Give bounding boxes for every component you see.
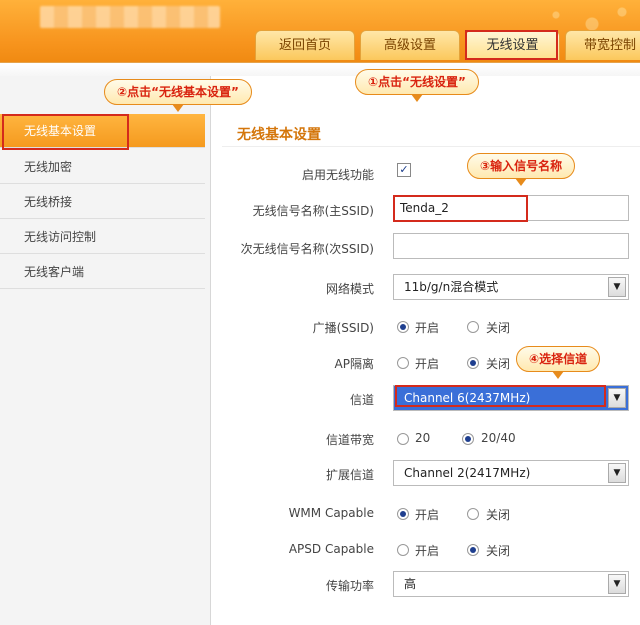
ap-isolation-off-label: 关闭 — [486, 357, 511, 371]
sidebar-item-bridge[interactable]: 无线桥接 — [0, 185, 205, 219]
bandwidth-2040-radio[interactable] — [462, 433, 474, 445]
ap-isolation-off-radio[interactable] — [467, 357, 479, 369]
sidebar-item-clients[interactable]: 无线客户端 — [0, 255, 205, 289]
highlight-ssid-input — [393, 195, 528, 222]
ssid-secondary-input[interactable] — [393, 233, 629, 259]
ap-isolation-on-label: 开启 — [415, 357, 440, 371]
bandwidth-label: 信道带宽 — [325, 433, 374, 447]
bandwidth-20-radio[interactable] — [397, 433, 409, 445]
title-divider — [222, 146, 640, 147]
wmm-off-radio[interactable] — [467, 508, 479, 520]
callout-step4: ④选择信道 — [516, 346, 601, 379]
tab-home[interactable]: 返回首页 — [255, 30, 355, 60]
wmm-off-label: 关闭 — [486, 508, 511, 522]
tx-power-value: 高 — [404, 577, 417, 591]
network-mode-label: 网络模式 — [325, 282, 374, 296]
highlight-sidebar-basic — [2, 114, 129, 150]
network-mode-select[interactable]: 11b/g/n混合模式 ▼ — [393, 274, 629, 300]
apsd-off-radio[interactable] — [467, 544, 479, 556]
tab-bandwidth[interactable]: 带宽控制 — [565, 30, 640, 60]
ext-channel-value: Channel 2(2417MHz) — [404, 466, 531, 480]
network-mode-value: 11b/g/n混合模式 — [404, 280, 499, 294]
tx-power-label: 传输功率 — [325, 579, 374, 593]
ap-isolation-label: AP隔离 — [334, 357, 374, 371]
bandwidth-2040-label: 20/40 — [481, 431, 516, 445]
callout-step1: ①点击“无线设置” — [355, 69, 479, 102]
tx-power-select[interactable]: 高 ▼ — [393, 571, 629, 597]
chevron-down-icon[interactable]: ▼ — [608, 574, 626, 594]
enable-wireless-checkbox[interactable]: ✓ — [397, 163, 411, 177]
broadcast-label: 广播(SSID) — [312, 321, 374, 335]
highlight-wireless-tab — [465, 30, 558, 60]
header-subbar — [0, 62, 640, 77]
callout-step2: ②点击“无线基本设置” — [104, 79, 252, 112]
channel-label: 信道 — [349, 393, 374, 407]
apsd-on-radio[interactable] — [397, 544, 409, 556]
page-title: 无线基本设置 — [237, 127, 321, 143]
apsd-label: APSD Capable — [288, 542, 374, 556]
broadcast-off-label: 关闭 — [486, 321, 511, 335]
chevron-down-icon[interactable]: ▼ — [608, 463, 626, 483]
chevron-down-icon[interactable]: ▼ — [608, 388, 626, 408]
sidebar-item-access-control[interactable]: 无线访问控制 — [0, 220, 205, 254]
wmm-on-label: 开启 — [415, 508, 440, 522]
ssid-secondary-label: 次无线信号名称(次SSID) — [240, 242, 374, 256]
ext-channel-select[interactable]: Channel 2(2417MHz) ▼ — [393, 460, 629, 486]
ap-isolation-on-radio[interactable] — [397, 357, 409, 369]
apsd-off-label: 关闭 — [486, 544, 511, 558]
bandwidth-20-label: 20 — [415, 431, 431, 445]
sidebar: 无线基本设置 无线加密 无线桥接 无线访问控制 无线客户端 — [0, 76, 211, 625]
brand-logo — [40, 6, 220, 28]
wmm-on-radio[interactable] — [397, 508, 409, 520]
apsd-on-label: 开启 — [415, 544, 440, 558]
tab-advanced[interactable]: 高级设置 — [360, 30, 460, 60]
wmm-label: WMM Capable — [288, 506, 374, 520]
broadcast-on-label: 开启 — [415, 321, 440, 335]
sidebar-item-security[interactable]: 无线加密 — [0, 150, 205, 184]
enable-wireless-label: 启用无线功能 — [301, 168, 374, 182]
callout-step3: ③输入信号名称 — [467, 153, 576, 186]
ext-channel-label: 扩展信道 — [325, 468, 374, 482]
ssid-primary-label: 无线信号名称(主SSID) — [252, 204, 374, 218]
highlight-channel-select — [395, 385, 606, 407]
chevron-down-icon[interactable]: ▼ — [608, 277, 626, 297]
broadcast-on-radio[interactable] — [397, 321, 409, 333]
broadcast-off-radio[interactable] — [467, 321, 479, 333]
